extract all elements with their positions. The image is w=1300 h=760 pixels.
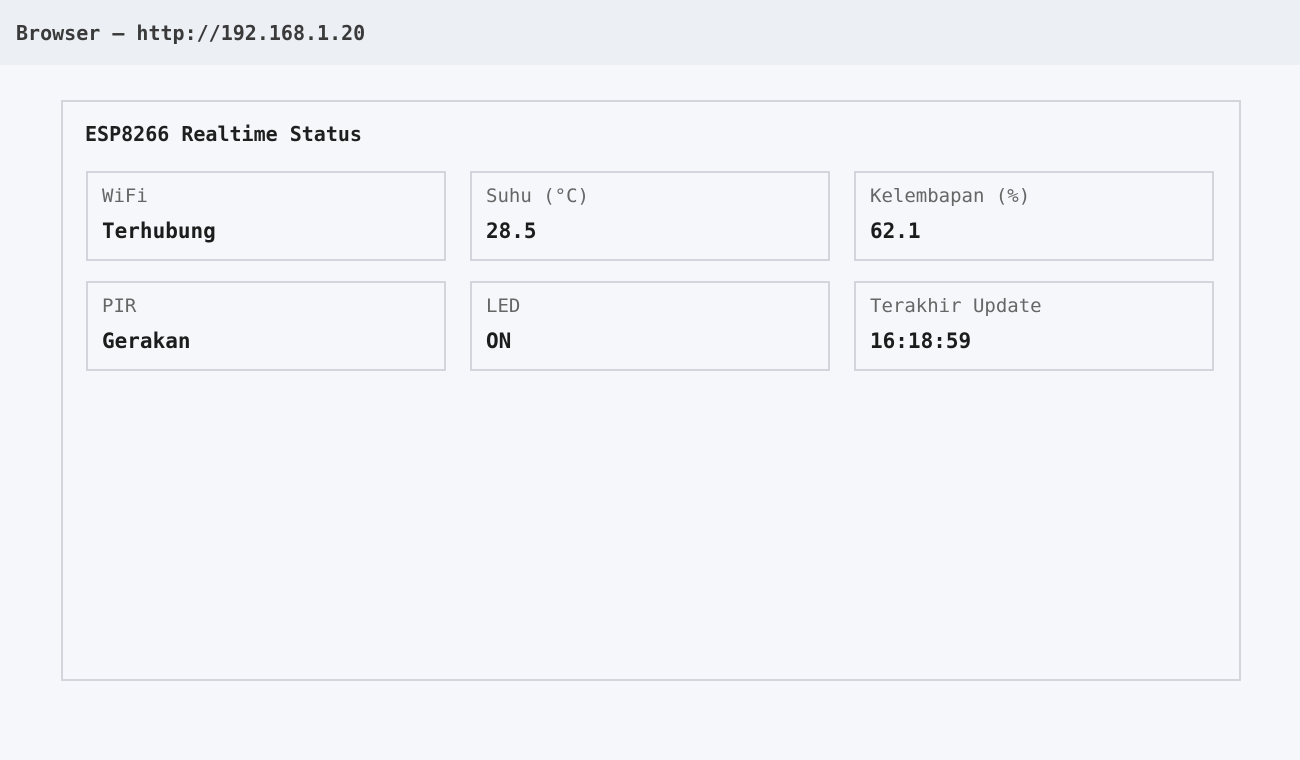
card-label: WiFi	[102, 185, 148, 207]
status-grid: WiFi Terhubung Suhu (°C) 28.5 Kelembapan…	[86, 171, 1214, 371]
card-label: LED	[486, 295, 521, 317]
card-value: Terhubung	[102, 219, 216, 243]
browser-title: Browser — http://192.168.1.20	[16, 20, 366, 45]
card-value: 16:18:59	[870, 329, 972, 353]
card-value: Gerakan	[102, 329, 191, 353]
card-label: Suhu (°C)	[486, 185, 589, 207]
card-value: 62.1	[870, 219, 921, 243]
status-card-humidity: Kelembapan (%) 62.1	[854, 171, 1214, 261]
status-card-pir: PIR Gerakan	[86, 281, 446, 371]
status-panel: ESP8266 Realtime Status WiFi Terhubung S…	[61, 100, 1241, 681]
card-label: Terakhir Update	[870, 295, 1042, 317]
panel-title: ESP8266 Realtime Status	[85, 122, 362, 146]
card-value: ON	[486, 329, 512, 353]
status-card-led: LED ON	[470, 281, 830, 371]
status-card-temperature: Suhu (°C) 28.5	[470, 171, 830, 261]
card-label: Kelembapan (%)	[870, 185, 1031, 207]
status-card-last-update: Terakhir Update 16:18:59	[854, 281, 1214, 371]
browser-title-bar: Browser — http://192.168.1.20	[0, 0, 1300, 65]
status-card-wifi: WiFi Terhubung	[86, 171, 446, 261]
card-value: 28.5	[486, 219, 537, 243]
card-label: PIR	[102, 295, 137, 317]
